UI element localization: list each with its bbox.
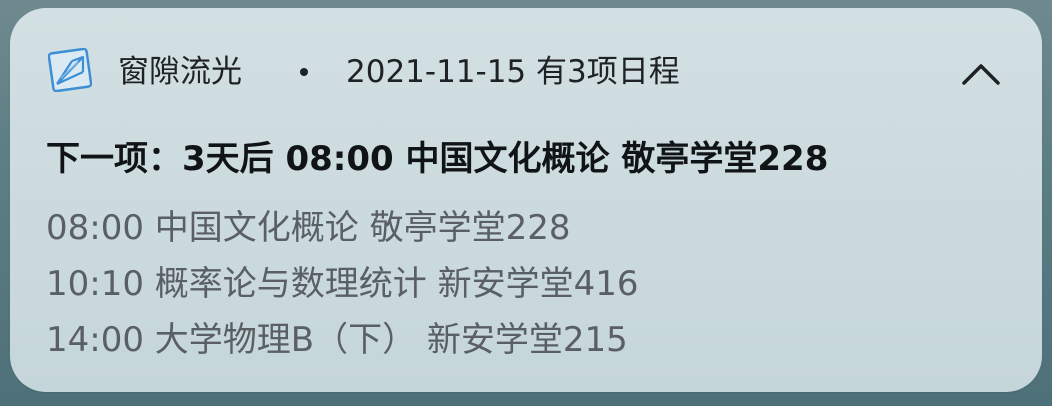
event-list: 08:00 中国文化概论 敬亭学堂228 10:10 概率论与数理统计 新安学堂… [46, 200, 639, 368]
app-logo-icon [47, 47, 93, 93]
header-separator-dot [300, 68, 308, 76]
chevron-up-icon [962, 64, 1000, 85]
event-item: 08:00 中国文化概论 敬亭学堂228 [46, 208, 571, 248]
schedule-summary: 2021-11-15 有3项日程 [346, 54, 680, 90]
notification-card[interactable]: 窗隙流光 2021-11-15 有3项日程 下一项：3天后 08:00 中国文化… [10, 8, 1042, 392]
next-event-title: 下一项：3天后 08:00 中国文化概论 敬亭学堂228 [46, 139, 829, 179]
collapse-button[interactable] [954, 52, 1008, 96]
event-item: 14:00 大学物理B（下） 新安学堂215 [46, 320, 628, 360]
event-item: 10:10 概率论与数理统计 新安学堂416 [46, 264, 639, 304]
app-name: 窗隙流光 [118, 54, 242, 90]
